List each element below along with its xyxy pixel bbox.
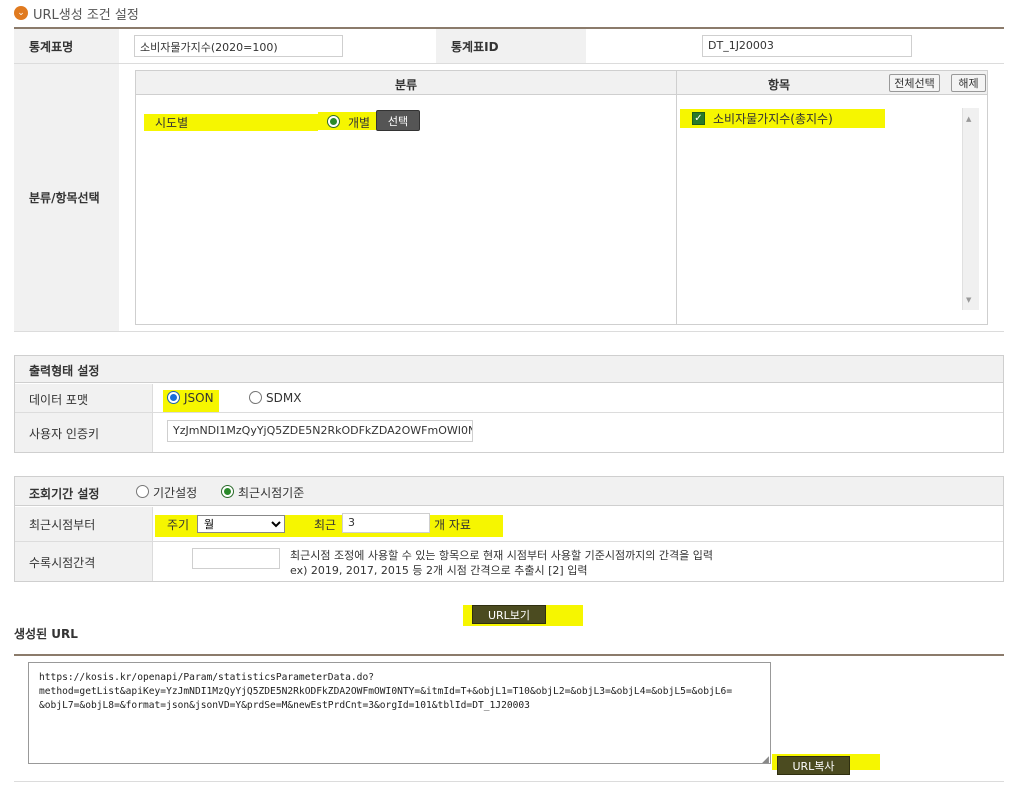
section-header: ⌄ URL생성 조건 설정 — [14, 2, 139, 24]
divider — [14, 781, 1004, 782]
stat-id-field: DT_1J20003 — [702, 35, 912, 57]
interval-input[interactable] — [192, 548, 280, 569]
recent-word: 최근 — [314, 518, 337, 532]
divider — [152, 384, 153, 452]
divider — [14, 331, 1004, 332]
range-radio[interactable] — [136, 485, 149, 498]
stat-name-label: 통계표명 — [29, 40, 74, 54]
cycle-label: 주기 — [167, 518, 190, 532]
divider — [14, 654, 1004, 656]
classification-table-header — [136, 71, 987, 95]
interval-label: 수록시점간격 — [29, 556, 96, 570]
url-copy-button[interactable]: URL복사 — [777, 756, 850, 775]
auth-key-label: 사용자 인증키 — [29, 427, 100, 441]
divider — [15, 541, 1003, 542]
stat-name-field: 소비자물가지수(2020=100) — [134, 35, 343, 57]
output-section-title: 출력형태 설정 — [29, 364, 100, 378]
period-section-title: 조회기간 설정 — [29, 487, 100, 501]
deselect-button[interactable]: 해제 — [951, 74, 986, 92]
json-radio[interactable] — [167, 391, 180, 404]
data-format-label: 데이터 포맷 — [29, 393, 89, 407]
individual-radio-label: 개별 — [348, 116, 371, 130]
class-value-text: 시도별 — [155, 116, 189, 130]
column-header-class: 분류 — [395, 78, 418, 92]
recent-from-label: 최근시점부터 — [29, 518, 96, 532]
unit-suffix: 개 자료 — [434, 518, 471, 532]
item-checkbox[interactable]: ✓ — [692, 112, 705, 125]
sdmx-radio[interactable] — [249, 391, 262, 404]
interval-help-line1: 최근시점 조정에 사용할 수 있는 항목으로 현재 시점부터 사용할 기준시점까… — [290, 549, 714, 562]
item-checkbox-label: 소비자물가지수(총지수) — [713, 112, 833, 126]
scroll-up-icon[interactable]: ▲ — [966, 115, 971, 123]
classification-table — [135, 70, 988, 325]
classification-row-label: 분류/항목선택 — [29, 191, 100, 205]
cycle-select[interactable]: 월 — [197, 515, 285, 533]
divider — [15, 412, 1003, 413]
recent-radio-label: 최근시점기준 — [238, 486, 305, 500]
sdmx-radio-label: SDMX — [266, 391, 302, 405]
individual-radio[interactable] — [327, 115, 340, 128]
item-list-scrollbar[interactable] — [962, 108, 979, 310]
select-all-button[interactable]: 전체선택 — [889, 74, 940, 92]
column-header-item: 항목 — [768, 78, 791, 92]
output-section-header — [15, 356, 1003, 383]
section-title: URL생성 조건 설정 — [33, 7, 139, 23]
url-view-button[interactable]: URL보기 — [472, 605, 546, 624]
recent-radio[interactable] — [221, 485, 234, 498]
recent-count-input[interactable]: 3 — [342, 513, 430, 533]
generated-url-textarea[interactable]: https://kosis.kr/openapi/Param/statistic… — [28, 662, 771, 764]
divider — [152, 507, 153, 581]
scroll-down-icon[interactable]: ▼ — [966, 296, 971, 304]
auth-key-input[interactable]: YzJmNDI1MzQyYjQ5ZDE5N2RkODFkZDA2OWFmOWI0… — [167, 420, 473, 442]
select-class-button[interactable]: 선택 — [376, 110, 420, 131]
range-radio-label: 기간설정 — [153, 486, 198, 500]
stat-id-label: 통계표ID — [451, 40, 499, 54]
resize-handle-icon[interactable]: ◢ — [762, 755, 769, 765]
generated-url-label: 생성된 URL — [14, 627, 78, 641]
chevron-down-icon[interactable]: ⌄ — [14, 6, 28, 20]
interval-help-line2: ex) 2019, 2017, 2015 등 2개 시점 간격으로 추출시 [2… — [290, 564, 588, 577]
json-radio-label: JSON — [184, 391, 214, 405]
divider — [676, 71, 677, 325]
divider — [14, 63, 1004, 64]
